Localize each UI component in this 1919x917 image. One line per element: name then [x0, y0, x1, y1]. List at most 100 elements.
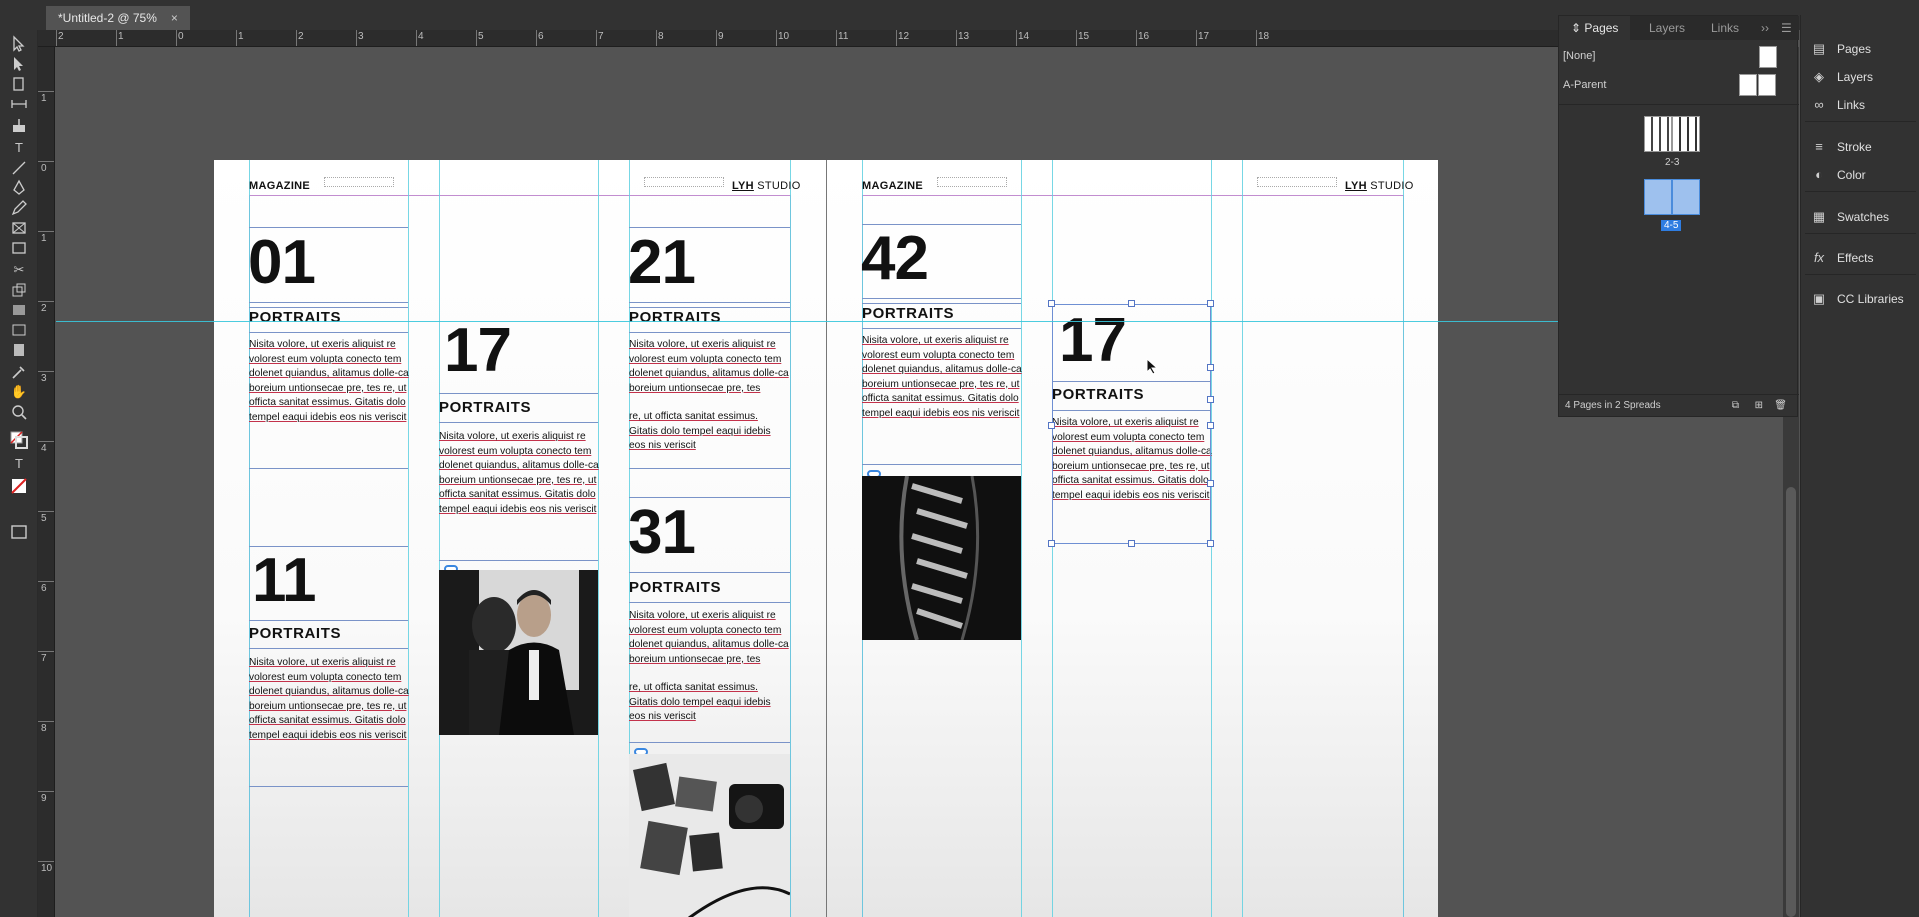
dock-stroke[interactable]: ≡ Stroke [1801, 135, 1919, 159]
section-title[interactable]: PORTRAITS [629, 309, 721, 326]
pages-icon: ▤ [1812, 41, 1826, 56]
eyedropper-tool-icon[interactable] [9, 362, 29, 382]
spread-thumb-5[interactable] [1672, 179, 1700, 215]
new-page-icon[interactable]: ⊞ [1755, 395, 1763, 417]
section-title[interactable]: PORTRAITS [249, 309, 341, 326]
spread-thumb-3[interactable] [1672, 116, 1700, 152]
body-text-frame[interactable]: Nisita volore, ut exeris aliquist re vol… [629, 609, 789, 667]
body-text-frame[interactable]: Nisita volore, ut exeris aliquist re vol… [439, 430, 599, 518]
apply-none-icon[interactable] [9, 476, 29, 496]
body-text-frame[interactable]: Nisita volore, ut exeris aliquist re vol… [249, 656, 409, 744]
selection-tool-icon[interactable] [9, 34, 29, 54]
section-number[interactable]: 11 [252, 550, 317, 612]
a-parent-label[interactable]: A-Parent [1563, 79, 1606, 91]
scrollbar-thumb[interactable] [1786, 487, 1796, 917]
hand-tool-icon[interactable]: ✋ [9, 382, 29, 402]
parent-none-label[interactable]: [None] [1563, 50, 1595, 62]
pasteboard[interactable]: MAGAZINE LYH STUDIO 01 PORTRAITS Nisita … [56, 48, 1575, 917]
tab-layers[interactable]: Layers [1649, 16, 1685, 40]
section-title[interactable]: PORTRAITS [439, 399, 531, 416]
close-icon[interactable]: × [171, 6, 178, 30]
ruler-label: 9 [718, 31, 724, 42]
dock-color[interactable]: ◐ Color [1801, 163, 1919, 187]
parent-none-thumb[interactable] [1759, 46, 1777, 68]
scissors-tool-icon[interactable]: ✂ [9, 260, 29, 280]
gradient-feather-tool-icon[interactable] [9, 320, 29, 340]
panel-tabs: ⇕ Pages Layers Links ›› ☰ [1559, 16, 1799, 40]
free-transform-tool-icon[interactable] [9, 280, 29, 300]
panel-menu-icon[interactable]: ☰ [1781, 16, 1792, 40]
ruler-label: 3 [41, 373, 47, 384]
ruler-label: 7 [41, 653, 47, 664]
portrait-photo-man[interactable] [439, 570, 598, 735]
line-tool-icon[interactable] [9, 158, 29, 178]
layers-icon: ◈ [1814, 69, 1824, 84]
selected-group-frame[interactable] [1052, 304, 1211, 544]
page-right[interactable]: MAGAZINE LYH STUDIO 42 PORTRAITS Nisita … [826, 160, 1438, 917]
dock-cc-libraries[interactable]: ▣ CC Libraries [1801, 287, 1919, 311]
tab-pages[interactable]: ⇕ Pages [1559, 16, 1631, 40]
ruler-label: 12 [898, 31, 910, 42]
content-collector-icon[interactable] [9, 116, 29, 136]
document-tab[interactable]: *Untitled-2 @ 75% × [46, 6, 190, 30]
ruler-label: 8 [41, 723, 47, 734]
gap-tool-icon[interactable] [9, 94, 29, 114]
a-parent-thumb-left[interactable] [1739, 74, 1757, 96]
rectangle-tool-icon[interactable] [9, 238, 29, 258]
body-text-frame[interactable]: Nisita volore, ut exeris aliquist re vol… [862, 334, 1022, 422]
a-parent-thumb-right[interactable] [1758, 74, 1776, 96]
fill-stroke-swatch-icon[interactable] [9, 430, 29, 450]
pencil-tool-icon[interactable] [9, 198, 29, 218]
body-text-frame[interactable]: re, ut officta sanitat essimus. Gitatis … [629, 681, 789, 725]
page-tool-icon[interactable] [9, 74, 29, 94]
swatches-icon: ▦ [1812, 209, 1826, 224]
note-tool-icon[interactable] [9, 340, 29, 360]
dock-swatches[interactable]: ▦ Swatches [1801, 205, 1919, 229]
toolbox: T ✂ ✋ T [0, 30, 38, 917]
dock-layers[interactable]: ◈ Layers [1801, 65, 1919, 89]
body-text-frame[interactable]: re, ut officta sanitat essimus. Gitatis … [629, 410, 789, 454]
body-text-frame[interactable]: Nisita volore, ut exeris aliquist re vol… [629, 338, 789, 396]
horizontal-ruler-guide[interactable] [56, 321, 1575, 322]
ruler-label: 4 [41, 443, 47, 454]
gradient-tool-icon[interactable] [9, 300, 29, 320]
formatting-affects-text-icon[interactable]: T [9, 454, 29, 474]
direct-selection-tool-icon[interactable] [9, 54, 29, 74]
ruler-label: 15 [1078, 31, 1090, 42]
ruler-label: 10 [778, 31, 790, 42]
section-title[interactable]: PORTRAITS [862, 305, 954, 322]
dock-pages[interactable]: ▤ Pages [1801, 37, 1919, 61]
photo-prints-camera[interactable] [629, 754, 790, 917]
rectangle-frame-tool-icon[interactable] [9, 218, 29, 238]
section-number[interactable]: 42 [861, 228, 929, 290]
section-title[interactable]: PORTRAITS [629, 579, 721, 596]
section-number[interactable]: 01 [248, 232, 316, 294]
horizontal-ruler[interactable]: 2 1 0 1 2 3 4 5 6 7 8 9 10 11 12 13 14 1… [38, 30, 1558, 47]
type-tool-icon[interactable]: T [9, 138, 29, 158]
ruler-label: 10 [41, 863, 53, 874]
section-number[interactable]: 17 [444, 320, 512, 382]
running-header-right: LYH STUDIO [732, 180, 801, 192]
dock-links[interactable]: ∞ Links [1801, 93, 1919, 117]
pen-tool-icon[interactable] [9, 178, 29, 198]
delete-page-icon[interactable]: 🗑 [1774, 395, 1787, 417]
page-left[interactable]: MAGAZINE LYH STUDIO 01 PORTRAITS Nisita … [214, 160, 826, 917]
ruler-label: 7 [598, 31, 604, 42]
section-number[interactable]: 21 [628, 232, 696, 294]
spread-thumb-4[interactable] [1644, 179, 1672, 215]
section-number[interactable]: 31 [628, 502, 696, 564]
ruler-label: 6 [538, 31, 544, 42]
section-title[interactable]: PORTRAITS [249, 625, 341, 642]
body-text-frame[interactable]: Nisita volore, ut exeris aliquist re vol… [249, 338, 409, 426]
screen-mode-icon[interactable] [9, 522, 29, 542]
tab-links[interactable]: Links [1711, 16, 1739, 40]
panel-collapse-icon[interactable]: ›› [1761, 16, 1769, 40]
photo-spiral-staircase[interactable] [862, 476, 1021, 640]
zoom-tool-icon[interactable] [9, 402, 29, 422]
spread-thumb-2[interactable] [1644, 116, 1672, 152]
vertical-ruler[interactable]: 1 0 1 2 3 4 5 6 7 8 9 10 [38, 47, 55, 917]
edit-page-size-icon[interactable]: ⧉ [1732, 395, 1739, 417]
ruler-label: 4 [418, 31, 424, 42]
ruler-label: 14 [1018, 31, 1030, 42]
dock-effects[interactable]: fx Effects [1801, 246, 1919, 270]
